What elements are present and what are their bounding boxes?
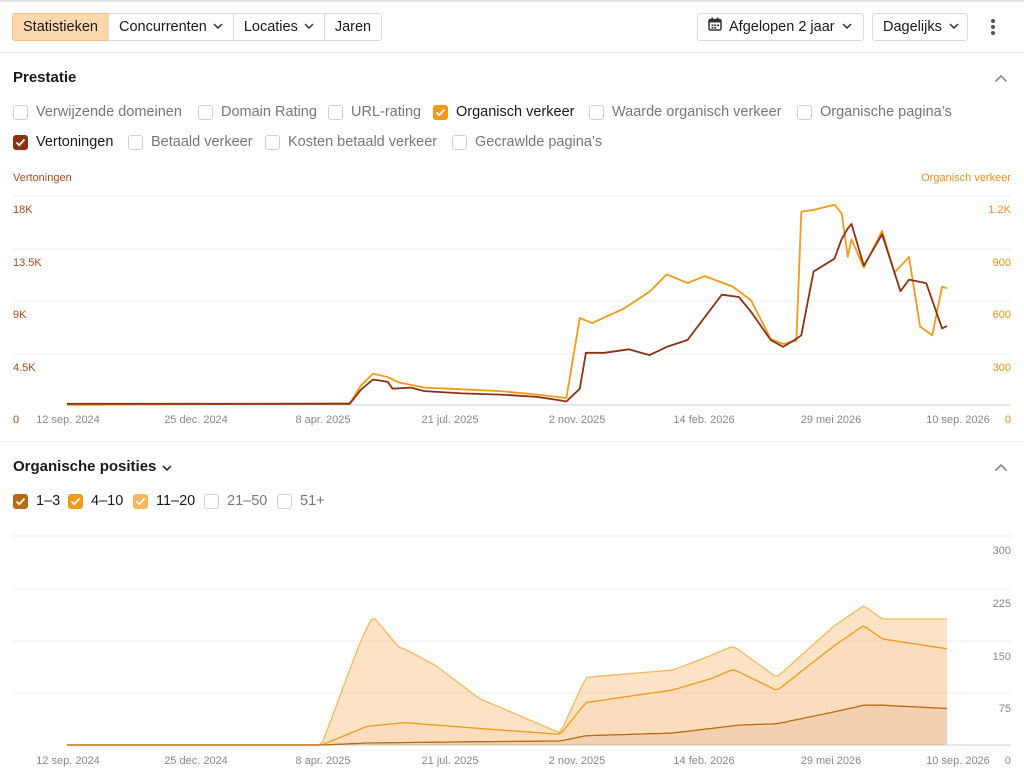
positions-chart[interactable]	[0, 0, 1024, 784]
